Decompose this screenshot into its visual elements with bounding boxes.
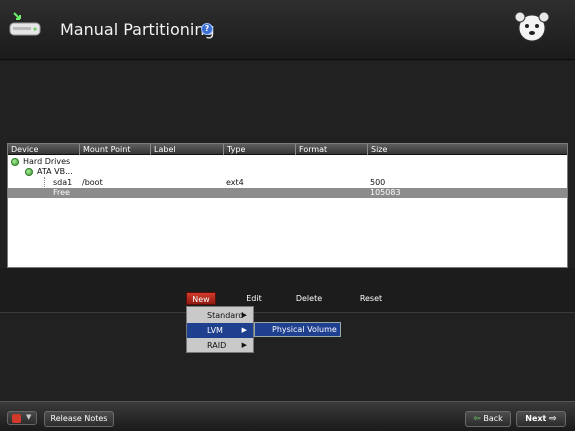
menu-item-label: RAID xyxy=(207,341,227,350)
quit-button[interactable]: ▼ xyxy=(7,411,37,425)
mount-point-cell: /boot xyxy=(82,178,103,187)
column-device[interactable]: Device xyxy=(8,144,80,155)
actions-bar xyxy=(0,268,575,313)
power-icon xyxy=(12,414,21,423)
new-partition-menu: Standard ▶ LVM ▶ RAID ▶ xyxy=(186,306,254,353)
release-notes-button[interactable]: Release Notes xyxy=(44,411,114,427)
collapse-icon[interactable] xyxy=(11,158,19,166)
page-title: Manual Partitioning xyxy=(60,20,215,39)
device-cell: sda1 xyxy=(53,178,73,187)
footer-bar: ▼ Release Notes ⇦ Back Next ⇨ xyxy=(0,401,575,431)
hard-drive-icon xyxy=(9,12,41,36)
partition-table: Device Mount Point Label Type Format Siz… xyxy=(7,143,568,268)
edit-button[interactable]: Edit xyxy=(243,292,265,305)
device-cell: Free xyxy=(53,188,70,197)
menu-item-label: LVM xyxy=(207,326,223,335)
puppy-logo-icon xyxy=(514,11,550,42)
table-row-selected[interactable]: Free 105083 xyxy=(8,188,567,198)
new-button[interactable]: New xyxy=(186,292,216,305)
submenu-arrow-icon: ▶ xyxy=(241,326,247,334)
column-label[interactable]: Label xyxy=(151,144,224,155)
menu-item-standard[interactable]: Standard ▶ xyxy=(187,308,253,323)
next-button[interactable]: Next ⇨ xyxy=(516,411,566,427)
back-button[interactable]: ⇦ Back xyxy=(465,411,511,427)
menu-item-lvm[interactable]: LVM ▶ xyxy=(187,323,253,338)
header-bar: Manual Partitioning ? xyxy=(0,0,575,60)
size-cell: 105083 xyxy=(370,188,401,197)
type-cell: ext4 xyxy=(226,178,244,187)
table-row[interactable]: Hard Drives xyxy=(8,157,567,167)
new-label: New xyxy=(192,295,210,304)
submenu-item-physical-volume[interactable]: Physical Volume xyxy=(254,322,341,337)
collapse-icon[interactable] xyxy=(25,168,33,176)
table-row[interactable]: sda1 /boot ext4 500 xyxy=(8,178,567,188)
size-cell: 500 xyxy=(370,178,386,187)
next-label: Next xyxy=(525,414,547,423)
device-cell: ATA VB... xyxy=(37,167,73,176)
table-header: Device Mount Point Label Type Format Siz… xyxy=(8,144,567,155)
device-cell: Hard Drives xyxy=(23,157,71,166)
menu-item-raid[interactable]: RAID ▶ xyxy=(187,338,253,353)
table-row[interactable]: ATA VB... xyxy=(8,167,567,177)
menu-item-label: Standard xyxy=(207,311,244,320)
column-type[interactable]: Type xyxy=(224,144,296,155)
back-label: Back xyxy=(483,414,503,423)
column-size[interactable]: Size xyxy=(368,144,569,155)
column-mount-point[interactable]: Mount Point xyxy=(80,144,151,155)
delete-button[interactable]: Delete xyxy=(294,292,324,305)
back-arrow-icon: ⇦ xyxy=(473,414,481,424)
submenu-arrow-icon: ▶ xyxy=(241,311,247,319)
help-icon[interactable]: ? xyxy=(201,23,213,35)
reset-button[interactable]: Reset xyxy=(357,292,385,305)
chevron-down-icon: ▼ xyxy=(26,413,32,421)
submenu-arrow-icon: ▶ xyxy=(241,341,247,349)
next-arrow-icon: ⇨ xyxy=(549,414,557,424)
column-format[interactable]: Format xyxy=(296,144,368,155)
